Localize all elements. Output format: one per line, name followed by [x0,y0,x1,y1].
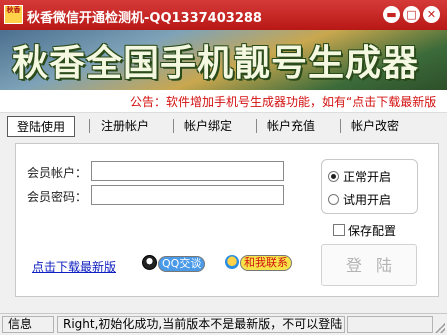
tab-login[interactable]: 登陆使用 [7,116,75,137]
account-label: 会员帐户： [27,166,88,180]
normal-start-label: 正常开启 [343,170,392,184]
qq-chat-label: QQ交谈 [158,256,206,272]
qq-chat-button[interactable]: QQ交谈 [142,255,206,273]
trial-start-label: 试用开启 [343,193,392,207]
tab-separator [89,119,90,133]
resize-grip-icon[interactable] [435,323,445,333]
tab-bind[interactable]: 帐户绑定 [174,116,242,137]
tab-bar: 登陆使用 注册帐户 帐户绑定 帐户充值 帐户改密 [7,116,443,137]
app-icon: 秋香 [4,5,23,24]
password-input[interactable] [91,185,284,205]
minimize-icon[interactable]: ▬ [383,6,400,23]
main-window: 秋香 秋香微信开通检测机-QQ1337403288 ▬ □ ✕ 秋香全国手机靓号… [0,0,447,335]
contact-label: 和我联系 [240,255,292,271]
trial-start-option[interactable]: 试用开启 [328,191,391,208]
banner-title: 秋香全国手机靓号生成器 [12,42,420,84]
status-message: Right,初始化成功,当前版本不是最新版，不可以登陆! [57,316,345,333]
save-config-label: 保存配置 [348,224,397,238]
tab-recharge[interactable]: 帐户充值 [257,116,325,137]
maximize-icon[interactable]: □ [403,6,420,23]
radio-unselected-icon[interactable] [328,194,339,205]
start-mode-group: 正常开启 试用开启 [321,159,418,214]
tab-register[interactable]: 注册帐户 [91,116,159,137]
banner-image: 秋香全国手机靓号生成器 [0,30,447,90]
notice-bar: 公告：软件增加手机号生成器功能，如有“点击下载最新版 [0,90,447,113]
save-config-checkbox[interactable]: 保存配置 [333,222,396,239]
close-icon[interactable]: ✕ [423,6,440,23]
status-section-label: 信息 [2,316,54,333]
password-label: 会员密码： [27,190,88,204]
contact-me-button[interactable]: 和我联系 [225,255,292,273]
status-bar: 信息 Right,初始化成功,当前版本不是最新版，不可以登陆! [0,313,447,335]
notice-text: 公告：软件增加手机号生成器功能，如有“点击下载最新版 [130,95,437,109]
login-panel: 会员帐户： 会员密码： 正常开启 试用开启 保存配置 登陆 点击下载最新版 QQ… [15,143,439,297]
radio-selected-icon[interactable] [328,171,339,182]
login-button[interactable]: 登陆 [321,244,417,286]
status-empty-cell [347,316,433,333]
qq-penguin-icon [142,255,157,270]
download-latest-link[interactable]: 点击下载最新版 [32,258,116,275]
normal-start-option[interactable]: 正常开启 [328,168,391,185]
title-bar[interactable]: 秋香 秋香微信开通检测机-QQ1337403288 ▬ □ ✕ [0,0,447,30]
window-title: 秋香微信开通检测机-QQ1337403288 [27,11,262,26]
account-input[interactable] [91,161,284,181]
checkbox-icon[interactable] [333,224,345,236]
contact-icon [225,255,239,269]
tab-change-password[interactable]: 帐户改密 [341,116,409,137]
